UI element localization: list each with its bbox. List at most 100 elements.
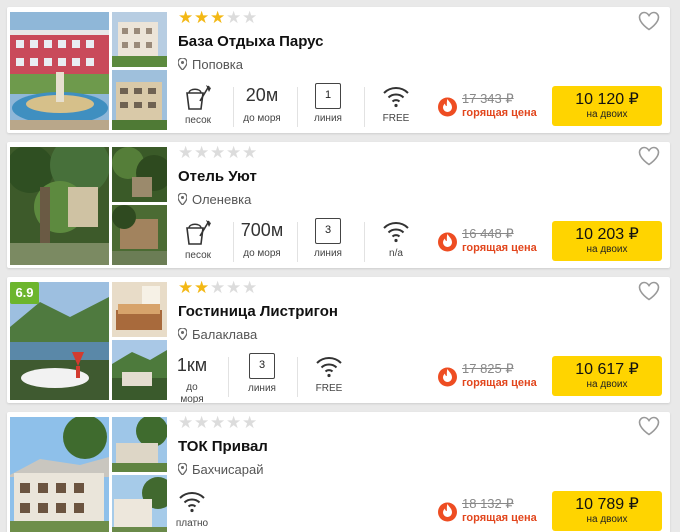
beach-type-label: песок: [184, 250, 212, 261]
hotel-photo-thumb[interactable]: [112, 12, 167, 67]
fire-icon: [438, 97, 457, 117]
line-number: 1: [315, 83, 341, 109]
line-number: 3: [315, 218, 341, 244]
hotel-card[interactable]: 6.9 ★★★★★ Гостиница Листригон Балаклава …: [7, 277, 670, 403]
hotel-photo-thumb[interactable]: [112, 205, 167, 265]
price-value: 10 617 ₽: [575, 361, 639, 378]
hotel-card[interactable]: ★★★★★ База Отдыха Парус Поповка песок 20…: [7, 7, 670, 133]
hotel-photo-main[interactable]: [10, 417, 109, 532]
star-icon: ★: [226, 143, 242, 162]
star-icon: ★: [194, 413, 210, 432]
fire-icon: [438, 502, 457, 522]
star-icon: ★: [242, 278, 258, 297]
price-button[interactable]: 10 789 ₽ на двоих: [552, 491, 662, 531]
distance-value: 20м: [245, 85, 279, 105]
price-button[interactable]: 10 203 ₽ на двоих: [552, 221, 662, 261]
hotel-card[interactable]: ★★★★★ ТОК Привал Бахчисарай платно 18 13…: [7, 412, 670, 532]
divider: [297, 357, 298, 397]
hot-price-label: горящая цена: [462, 377, 537, 389]
old-price: 18 132 ₽: [462, 496, 514, 511]
star-icon: ★: [194, 143, 210, 162]
star-icon: ★: [226, 278, 242, 297]
star-icon: ★: [226, 413, 242, 432]
divider: [228, 357, 229, 397]
heart-outline-icon[interactable]: [638, 146, 660, 166]
hot-price-label: горящая цена: [462, 107, 537, 119]
hotel-name[interactable]: Отель Уют: [178, 168, 257, 185]
divider: [364, 87, 365, 127]
star-icon: ★: [178, 413, 194, 432]
line-number: 3: [249, 353, 275, 379]
location-label: Оленевка: [192, 192, 252, 207]
beach-line: 1 линия: [300, 83, 356, 131]
hotel-location: Бахчисарай: [178, 462, 263, 477]
heart-outline-icon[interactable]: [638, 281, 660, 301]
wifi-icon: [179, 492, 205, 513]
beach-line: 3 линия: [234, 353, 290, 401]
price-button[interactable]: 10 120 ₽ на двоих: [552, 86, 662, 126]
price-button[interactable]: 10 617 ₽ на двоих: [552, 356, 662, 396]
wifi-info: FREE: [301, 353, 357, 401]
hotel-photo-thumb[interactable]: [112, 417, 167, 472]
price-note: на двоих: [586, 379, 628, 390]
star-rating: ★★★★★: [178, 278, 258, 297]
map-pin-icon: [178, 58, 187, 70]
line-label: линия: [248, 383, 276, 394]
beach-type: песок: [170, 83, 226, 131]
location-label: Балаклава: [192, 327, 258, 342]
wifi-info: FREE: [368, 83, 424, 131]
wifi-icon: [316, 357, 342, 378]
old-price: 16 448 ₽: [462, 226, 514, 241]
star-icon: ★: [178, 143, 194, 162]
heart-outline-icon[interactable]: [638, 416, 660, 436]
star-icon: ★: [194, 8, 210, 27]
distance-to-sea: 20м до моря: [234, 83, 290, 131]
map-pin-icon: [178, 193, 187, 205]
wifi-info: n/a: [368, 218, 424, 266]
hotel-name[interactable]: Гостиница Листригон: [178, 303, 338, 320]
beach-bucket-icon: [186, 220, 211, 245]
line-label: линия: [314, 248, 342, 259]
wifi-label: n/a: [389, 248, 403, 259]
old-price: 17 825 ₽: [462, 361, 514, 376]
hotel-photo-main[interactable]: [10, 147, 109, 265]
star-icon: ★: [178, 8, 194, 27]
distance-label: до моря: [243, 248, 281, 259]
divider: [364, 222, 365, 262]
hotel-photo-thumb[interactable]: [112, 70, 167, 130]
hotel-name[interactable]: База Отдыха Парус: [178, 33, 323, 50]
hotel-location: Оленевка: [178, 192, 251, 207]
wifi-label: FREE: [315, 383, 343, 394]
hotel-name[interactable]: ТОК Привал: [178, 438, 268, 455]
hotel-photo-thumb[interactable]: [112, 147, 167, 202]
star-icon: ★: [242, 413, 258, 432]
hotel-location: Поповка: [178, 57, 243, 72]
hotel-photo-thumb[interactable]: [112, 340, 167, 400]
heart-outline-icon[interactable]: [638, 11, 660, 31]
star-icon: ★: [242, 8, 258, 27]
star-icon: ★: [242, 143, 258, 162]
distance-value: 700м: [240, 220, 284, 240]
star-icon: ★: [194, 278, 210, 297]
star-rating: ★★★★★: [178, 8, 258, 27]
location-label: Бахчисарай: [192, 462, 264, 477]
star-icon: ★: [210, 413, 226, 432]
hot-price-label: горящая цена: [462, 512, 537, 524]
wifi-info: платно: [164, 488, 220, 532]
star-rating: ★★★★★: [178, 143, 258, 162]
beach-line: 3 линия: [300, 218, 356, 266]
hotel-photo-thumb[interactable]: [112, 282, 167, 337]
hotel-photo-main[interactable]: [10, 12, 109, 130]
map-pin-icon: [178, 463, 187, 475]
hot-price-label: горящая цена: [462, 242, 537, 254]
price-value: 10 120 ₽: [575, 91, 639, 108]
distance-to-sea: 700м до моря: [234, 218, 290, 266]
price-note: на двоих: [586, 244, 628, 255]
price-note: на двоих: [586, 514, 628, 525]
hotel-photo-thumb[interactable]: [112, 475, 167, 532]
star-icon: ★: [226, 8, 242, 27]
price-value: 10 789 ₽: [575, 496, 639, 513]
wifi-label: платно: [175, 518, 209, 529]
price-value: 10 203 ₽: [575, 226, 639, 243]
hotel-card[interactable]: ★★★★★ Отель Уют Оленевка песок 700м до м…: [7, 142, 670, 268]
